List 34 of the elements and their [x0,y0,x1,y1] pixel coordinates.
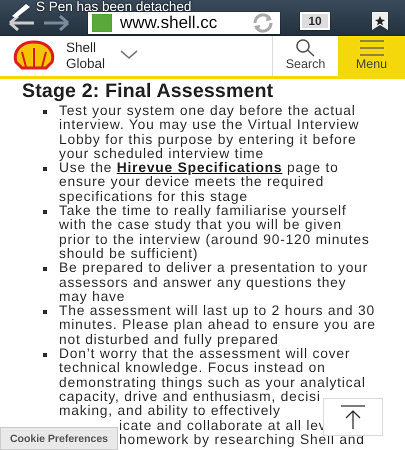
bullet-icon [43,167,47,172]
bullet-icon [43,310,47,314]
specifications-link[interactable]: Hirevue Specifications [116,160,282,176]
tabs-button[interactable]: 10 [300,12,330,30]
site-name[interactable]: Shell Global [66,36,116,76]
arrow-up-icon [339,404,367,430]
bullet-text: Use the Hirevue Specifications page to ensure your device meets the required specifications for this stage [59,160,339,204]
bullet-icon [43,110,47,114]
bullet-text-line: demonstrating things such as your analytical [59,376,366,390]
search-icon [294,39,316,57]
site-icon [92,14,112,32]
back-to-top-button[interactable] [323,398,383,436]
bullet-text-line: capacity, drive and enthusiasm, decisi [59,390,321,404]
url-field[interactable]: www.shell.cc [88,12,280,34]
bullet-text-line: making, and ability to effectively [59,404,281,419]
bullet-text-line: homework by researching Shell and [119,432,365,448]
notification-text: S Pen has been detached [36,0,192,14]
menu-button[interactable]: Menu [338,36,405,76]
chevron-down-icon[interactable] [120,50,138,60]
bullet-text-line: Don’t worry that the assessment will cover [59,347,350,362]
bullet-icon [43,353,47,358]
menu-icon [358,39,386,57]
section-heading: Stage 2: Final Assessment [22,80,274,103]
bookmark-icon[interactable] [371,11,389,31]
bullet-text-line: technical knowledge. Focus instead on [59,361,326,376]
cookie-preferences-button[interactable]: Cookie Preferences [0,427,118,450]
shell-logo [12,40,56,72]
bullet-icon [43,210,47,214]
bullet-text: Take the time to really familiarise yourself with the case study that you will be given prior to the interview (around 90-120 minutes should be sufficient) [59,203,370,261]
forward-icon[interactable] [42,13,72,33]
bullet-text: The assessment will last up to 2 hours and 30 minutes. Please plan ahead to ensure you are not disturbed and fully prepared [59,303,376,347]
bullet-icon [43,267,47,272]
pen-icon [10,2,32,18]
bullet-text: Be prepared to deliver a presentation to your assessors and answer any questions they may have [59,260,368,304]
